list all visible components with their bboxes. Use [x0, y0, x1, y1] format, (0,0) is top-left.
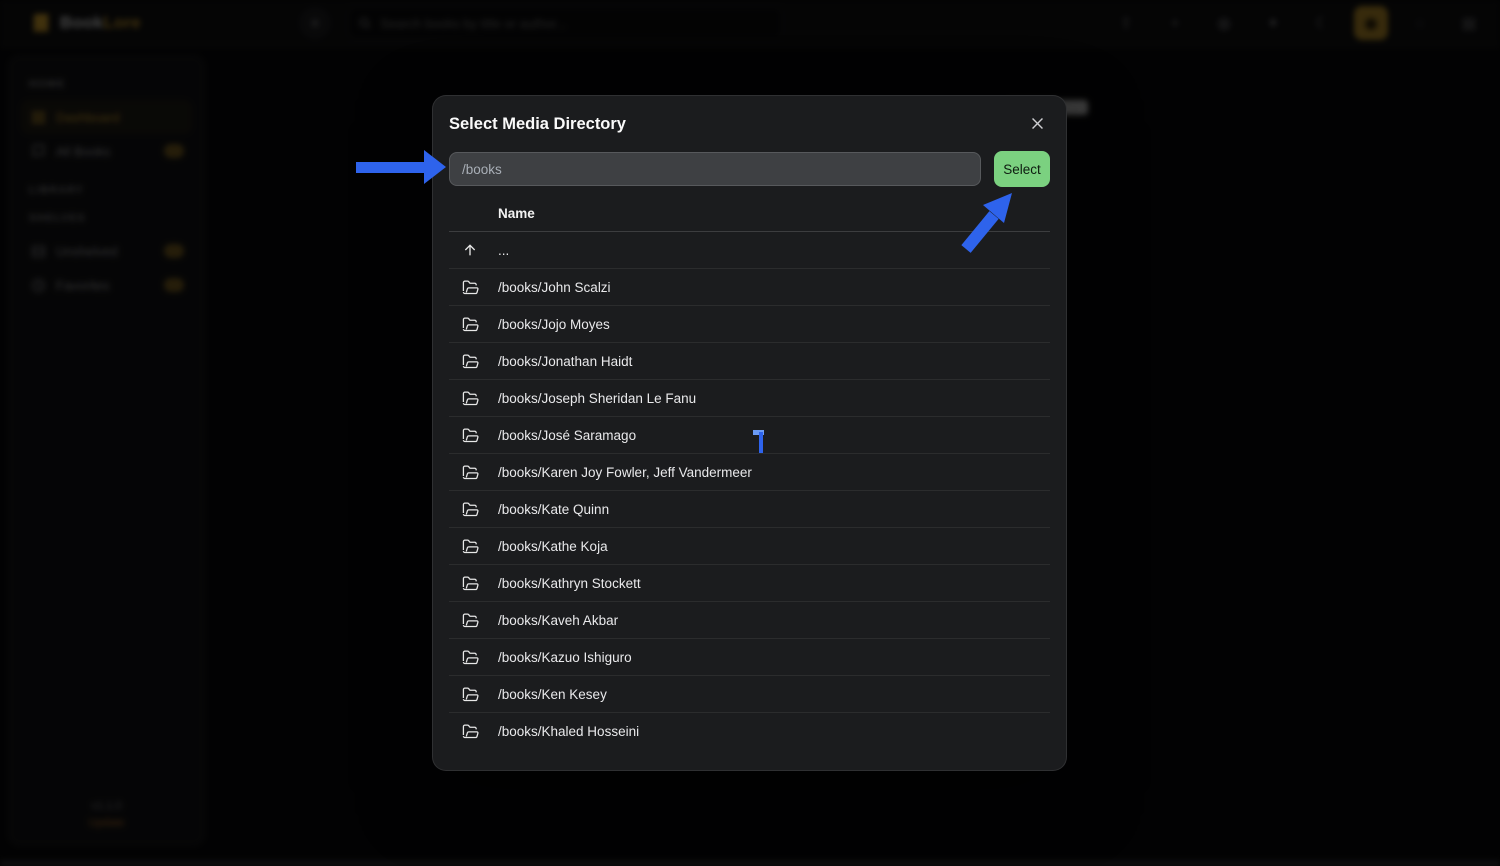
directory-path-label: /books/José Saramago	[498, 428, 636, 443]
modal-header: Select Media Directory	[433, 96, 1066, 142]
text-cursor	[753, 430, 769, 454]
directory-path-label: /books/Ken Kesey	[498, 687, 607, 702]
directory-row[interactable]: /books/Jonathan Haidt	[449, 343, 1050, 380]
folder-open-icon	[462, 316, 479, 333]
annotation-arrow-to-input-head	[424, 150, 446, 184]
directory-path-label: /books/Kazuo Ishiguro	[498, 650, 632, 665]
folder-open-icon	[462, 686, 479, 703]
directory-path-label: /books/Khaled Hosseini	[498, 724, 639, 739]
directory-rows: ... /books/John Scalzi /books/Jojo Moyes	[449, 232, 1050, 750]
folder-open-icon	[462, 427, 479, 444]
name-column-header: Name	[498, 206, 535, 221]
path-row: Select	[433, 142, 1066, 187]
directory-row[interactable]: /books/Kathryn Stockett	[449, 565, 1050, 602]
folder-open-icon	[462, 538, 479, 555]
directory-row[interactable]: /books/José Saramago	[449, 417, 1050, 454]
directory-row[interactable]: /books/John Scalzi	[449, 269, 1050, 306]
arrow-up-icon	[462, 242, 478, 258]
directory-path-label: /books/Karen Joy Fowler, Jeff Vandermeer	[498, 465, 752, 480]
directory-path-label: /books/Kaveh Akbar	[498, 613, 618, 628]
directory-path-label: /books/Kathryn Stockett	[498, 576, 641, 591]
directory-path-label: /books/Jonathan Haidt	[498, 354, 632, 369]
directory-path-input[interactable]	[449, 152, 981, 186]
directory-row[interactable]: /books/Kaveh Akbar	[449, 602, 1050, 639]
folder-open-icon	[462, 649, 479, 666]
modal-title: Select Media Directory	[449, 115, 626, 134]
directory-table: Name ... /books/John Scalzi	[449, 196, 1050, 750]
directory-row[interactable]: /books/Kate Quinn	[449, 491, 1050, 528]
directory-row[interactable]: /books/Karen Joy Fowler, Jeff Vandermeer	[449, 454, 1050, 491]
annotation-arrow-to-input	[356, 162, 428, 173]
directory-row[interactable]: /books/Kazuo Ishiguro	[449, 639, 1050, 676]
folder-open-icon	[462, 612, 479, 629]
directory-path-label: ...	[498, 243, 509, 258]
directory-row[interactable]: /books/Ken Kesey	[449, 676, 1050, 713]
select-button[interactable]: Select	[994, 151, 1050, 187]
folder-open-icon	[462, 464, 479, 481]
directory-row[interactable]: /books/Khaled Hosseini	[449, 713, 1050, 750]
directory-row[interactable]: /books/Kathe Koja	[449, 528, 1050, 565]
directory-path-label: /books/John Scalzi	[498, 280, 611, 295]
folder-open-icon	[462, 575, 479, 592]
folder-open-icon	[462, 279, 479, 296]
folder-open-icon	[462, 501, 479, 518]
annotation-arrow-to-select	[952, 183, 1024, 261]
directory-path-label: /books/Kathe Koja	[498, 539, 608, 554]
folder-open-icon	[462, 723, 479, 740]
directory-path-label: /books/Kate Quinn	[498, 502, 609, 517]
directory-path-label: /books/Jojo Moyes	[498, 317, 610, 332]
directory-path-label: /books/Joseph Sheridan Le Fanu	[498, 391, 696, 406]
close-icon[interactable]	[1029, 115, 1046, 132]
folder-open-icon	[462, 390, 479, 407]
directory-row[interactable]: /books/Joseph Sheridan Le Fanu	[449, 380, 1050, 417]
folder-open-icon	[462, 353, 479, 370]
directory-row[interactable]: /books/Jojo Moyes	[449, 306, 1050, 343]
